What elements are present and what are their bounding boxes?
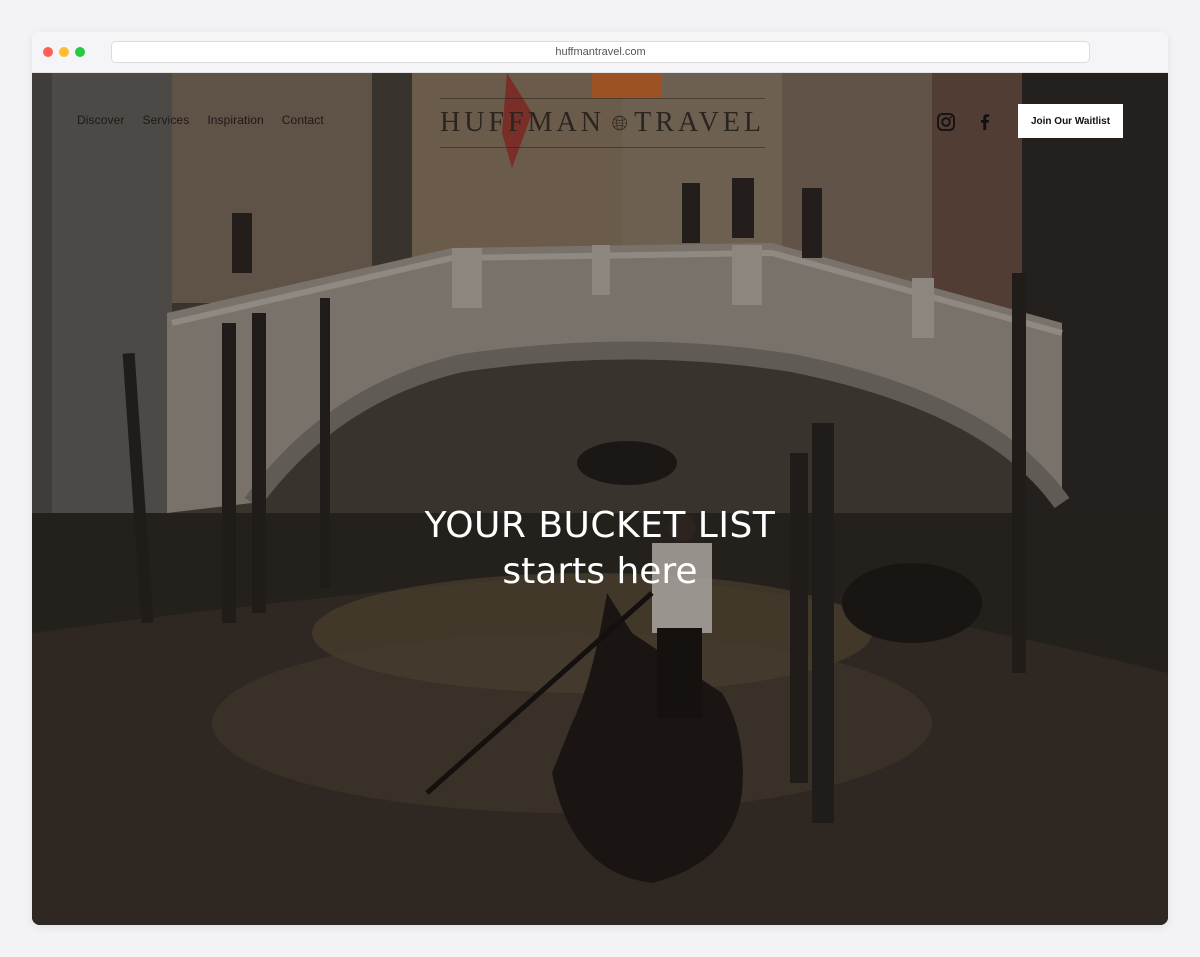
hero-headline-line1: YOUR BUCKET LIST	[424, 505, 776, 546]
nav-link-discover[interactable]: Discover	[77, 113, 124, 127]
globe-icon	[612, 115, 627, 131]
logo-rule-bottom	[440, 147, 765, 148]
site-logo[interactable]: HUFFMAN TRAVEL	[440, 98, 765, 148]
logo-rule-top	[440, 98, 765, 99]
browser-chrome: huffmantravel.com	[32, 32, 1168, 73]
join-waitlist-button[interactable]: Join Our Waitlist	[1018, 104, 1123, 138]
hero-dark-overlay	[32, 73, 1168, 925]
minimize-window-button[interactable]	[59, 47, 69, 57]
nav-link-services[interactable]: Services	[142, 113, 189, 127]
instagram-icon[interactable]	[936, 112, 956, 132]
nav-link-contact[interactable]: Contact	[282, 113, 324, 127]
hero-section: Discover Services Inspiration Contact HU…	[32, 73, 1168, 925]
browser-window: huffmantravel.com Discover Services Insp…	[32, 32, 1168, 925]
nav-link-inspiration[interactable]: Inspiration	[207, 113, 263, 127]
maximize-window-button[interactable]	[75, 47, 85, 57]
logo-text-right: TRAVEL	[634, 107, 765, 138]
address-bar[interactable]: huffmantravel.com	[111, 41, 1090, 63]
hero-headline: YOUR BUCKET LIST starts here	[32, 503, 1168, 595]
close-window-button[interactable]	[43, 47, 53, 57]
main-navigation: Discover Services Inspiration Contact	[77, 113, 324, 127]
logo-text-left: HUFFMAN	[440, 107, 605, 138]
hero-headline-line2: starts here	[502, 551, 698, 592]
facebook-icon[interactable]	[975, 112, 995, 132]
